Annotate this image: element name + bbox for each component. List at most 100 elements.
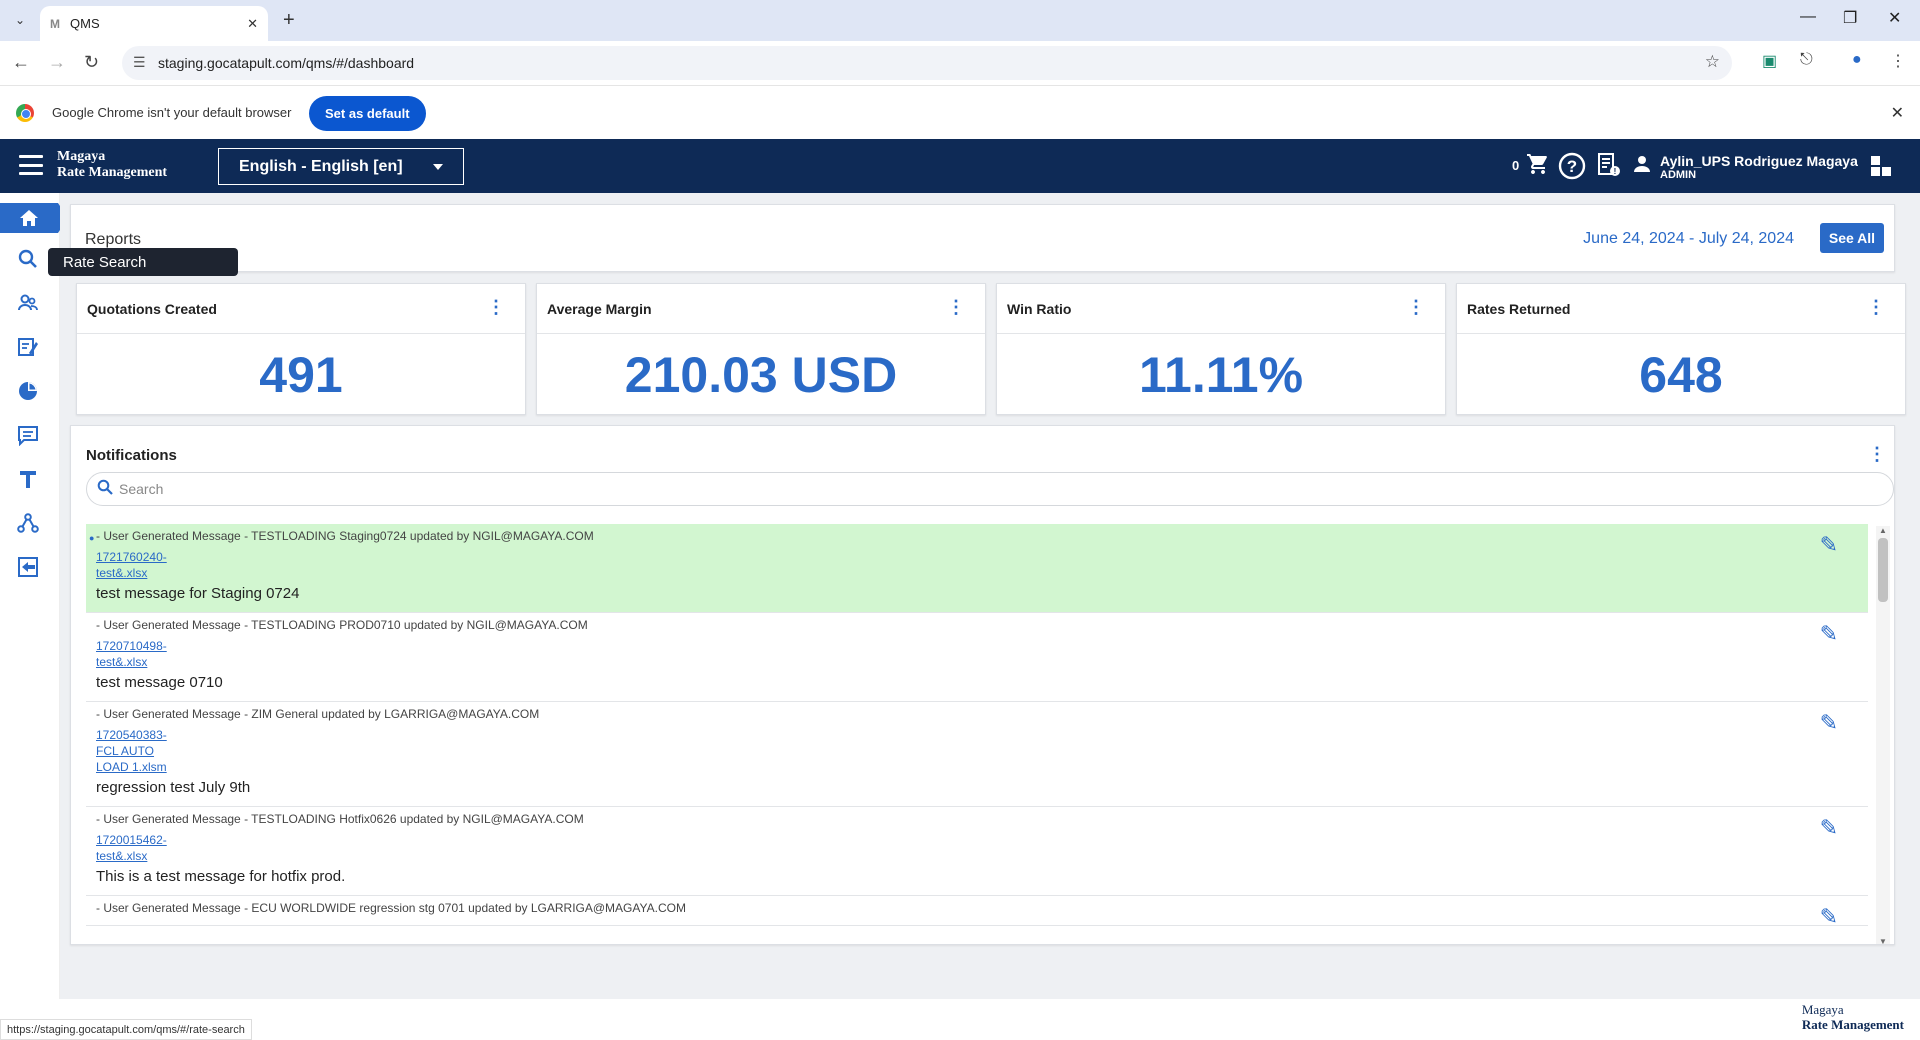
sidebar-item-network[interactable] bbox=[14, 509, 42, 537]
language-value: English - English [en] bbox=[239, 157, 403, 175]
unread-dot-icon: ● bbox=[89, 533, 95, 543]
edit-icon[interactable]: ✎ bbox=[1820, 815, 1838, 841]
attachment-link[interactable]: 1720015462- test&.xlsx bbox=[96, 832, 1858, 864]
pie-chart-icon bbox=[19, 382, 37, 400]
edit-icon[interactable]: ✎ bbox=[1820, 904, 1838, 930]
logout-icon bbox=[18, 557, 38, 577]
user-icon[interactable] bbox=[1632, 154, 1652, 180]
notification-item: - User Generated Message - TESTLOADING P… bbox=[86, 613, 1868, 702]
back-icon[interactable]: ← bbox=[12, 52, 30, 73]
network-icon bbox=[17, 513, 39, 533]
default-browser-infobar: Google Chrome isn't your default browser… bbox=[0, 85, 1920, 139]
edit-note-icon bbox=[18, 338, 38, 356]
attachment-link[interactable]: 1720540383- FCL AUTO LOAD 1.xlsm bbox=[96, 727, 1858, 775]
sidebar-item-contacts[interactable] bbox=[14, 289, 42, 317]
report-alert-icon[interactable]: ! bbox=[1596, 152, 1622, 184]
status-url: https://staging.gocatapult.com/qms/#/rat… bbox=[0, 1019, 252, 1040]
scroll-thumb[interactable] bbox=[1878, 538, 1888, 602]
search-icon bbox=[18, 249, 37, 268]
kpi-card-win-ratio: Win Ratio ⋮ 11.11% bbox=[996, 283, 1446, 415]
notification-item: - User Generated Message - ECU WORLDWIDE… bbox=[86, 896, 1868, 929]
search-icon bbox=[97, 479, 113, 500]
kpi-card-average-margin: Average Margin ⋮ 210.03 USD bbox=[536, 283, 986, 415]
site-info-icon[interactable]: ☰ bbox=[133, 54, 146, 71]
sidebar-item-messages[interactable] bbox=[14, 421, 42, 449]
kpi-value: 210.03 USD bbox=[624, 347, 898, 403]
brand-line2: Rate Management bbox=[57, 165, 168, 180]
sidebar-item-text[interactable] bbox=[14, 465, 42, 493]
cart-icon[interactable] bbox=[1526, 152, 1550, 182]
extension-icon[interactable]: ▣ bbox=[1762, 51, 1777, 71]
tab-title: QMS bbox=[70, 16, 100, 31]
kpi-title: Quotations Created bbox=[87, 301, 217, 317]
sidebar-item-reports[interactable] bbox=[14, 377, 42, 405]
apps-grid-icon[interactable] bbox=[1871, 156, 1891, 176]
user-name[interactable]: Aylin_UPS Rodriguez Magaya bbox=[1660, 153, 1858, 169]
close-tab-icon[interactable]: ✕ bbox=[247, 16, 258, 32]
home-icon bbox=[20, 210, 38, 226]
scroll-up-icon[interactable]: ▲ bbox=[1879, 526, 1887, 535]
brand-logo[interactable]: Magaya Rate Management bbox=[57, 149, 167, 181]
attachment-link[interactable]: 1721760240- test&.xlsx bbox=[96, 549, 1858, 581]
infobar-close-icon[interactable]: ✕ bbox=[1891, 103, 1904, 123]
footer-brand: Magaya Rate Management bbox=[1802, 1002, 1904, 1032]
app-header: Magaya Rate Management English - English… bbox=[0, 139, 1920, 193]
hamburger-menu-icon[interactable] bbox=[19, 155, 43, 175]
sidebar-item-home[interactable] bbox=[0, 203, 68, 233]
date-range[interactable]: June 24, 2024 - July 24, 2024 bbox=[1583, 230, 1794, 248]
notification-meta: - User Generated Message - ZIM General u… bbox=[96, 707, 540, 721]
edit-icon[interactable]: ✎ bbox=[1820, 621, 1838, 647]
extensions-puzzle-icon[interactable]: ⎋ bbox=[1800, 51, 1813, 69]
notification-body: regression test July 9th bbox=[96, 779, 251, 796]
more-vert-icon[interactable]: ⋮ bbox=[1867, 298, 1885, 316]
attachment-link[interactable]: 1720710498- test&.xlsx bbox=[96, 638, 1858, 670]
tab-search-dropdown-icon[interactable]: ⌄ bbox=[10, 10, 30, 30]
kpi-value: 491 bbox=[259, 347, 343, 403]
more-vert-icon[interactable]: ⋮ bbox=[487, 298, 505, 316]
kpi-card-quotations: Quotations Created ⋮ 491 bbox=[76, 283, 526, 415]
kpi-title: Win Ratio bbox=[1007, 301, 1072, 317]
scroll-down-icon[interactable]: ▼ bbox=[1879, 937, 1887, 944]
footer-brand-line1: Magaya bbox=[1801, 1002, 1844, 1017]
edit-icon[interactable]: ✎ bbox=[1820, 532, 1838, 558]
notification-item: - User Generated Message - ZIM General u… bbox=[86, 702, 1868, 807]
language-select[interactable]: English - English [en] bbox=[218, 148, 464, 185]
search-input[interactable] bbox=[119, 481, 1819, 497]
set-as-default-button[interactable]: Set as default bbox=[309, 96, 426, 131]
sidebar-item-rate-search[interactable] bbox=[14, 245, 42, 273]
edit-icon[interactable]: ✎ bbox=[1820, 710, 1838, 736]
more-vert-icon[interactable]: ⋮ bbox=[1407, 298, 1425, 316]
notification-item: - User Generated Message - TESTLOADING H… bbox=[86, 807, 1868, 896]
tab-favicon: M bbox=[50, 16, 60, 31]
restore-icon[interactable]: ❐ bbox=[1843, 8, 1857, 28]
reload-icon[interactable]: ↻ bbox=[84, 52, 99, 73]
more-vert-icon[interactable]: ⋮ bbox=[947, 298, 965, 316]
see-all-button[interactable]: See All bbox=[1820, 223, 1884, 253]
new-tab-icon[interactable]: + bbox=[283, 9, 295, 32]
comment-icon bbox=[18, 426, 38, 446]
more-vert-icon[interactable]: ⋮ bbox=[1868, 445, 1886, 463]
url-text: staging.gocatapult.com/qms/#/dashboard bbox=[158, 55, 415, 71]
browser-menu-icon[interactable]: ⋮ bbox=[1890, 51, 1906, 71]
minimize-icon[interactable]: — bbox=[1800, 8, 1816, 26]
notification-scrollbar[interactable]: ▲ ▼ bbox=[1876, 526, 1890, 944]
profile-icon[interactable]: ● bbox=[1852, 51, 1862, 69]
forward-icon[interactable]: → bbox=[48, 52, 66, 73]
bookmark-star-icon[interactable]: ☆ bbox=[1705, 52, 1720, 72]
notification-meta: - User Generated Message - TESTLOADING H… bbox=[96, 812, 584, 826]
notifications-title: Notifications bbox=[86, 447, 177, 464]
browser-tab[interactable]: M QMS ✕ bbox=[40, 6, 268, 41]
notification-body: This is a test message for hotfix prod. bbox=[96, 868, 346, 885]
chrome-logo-icon bbox=[16, 104, 34, 122]
help-icon[interactable]: ? bbox=[1558, 152, 1586, 186]
notification-list: ● - User Generated Message - TESTLOADING… bbox=[86, 524, 1868, 929]
browser-toolbar: ← → ↻ ☰ staging.gocatapult.com/qms/#/das… bbox=[0, 41, 1920, 85]
notifications-search bbox=[86, 472, 1894, 506]
window-close-icon[interactable]: ✕ bbox=[1888, 8, 1901, 28]
sidebar-item-logout[interactable] bbox=[14, 553, 42, 581]
kpi-title: Rates Returned bbox=[1467, 301, 1571, 317]
infobar-message: Google Chrome isn't your default browser bbox=[52, 105, 292, 120]
brand-line1: Magaya bbox=[57, 149, 106, 164]
sidebar-item-quotes[interactable] bbox=[14, 333, 42, 361]
address-bar[interactable]: ☰ staging.gocatapult.com/qms/#/dashboard… bbox=[122, 46, 1732, 80]
